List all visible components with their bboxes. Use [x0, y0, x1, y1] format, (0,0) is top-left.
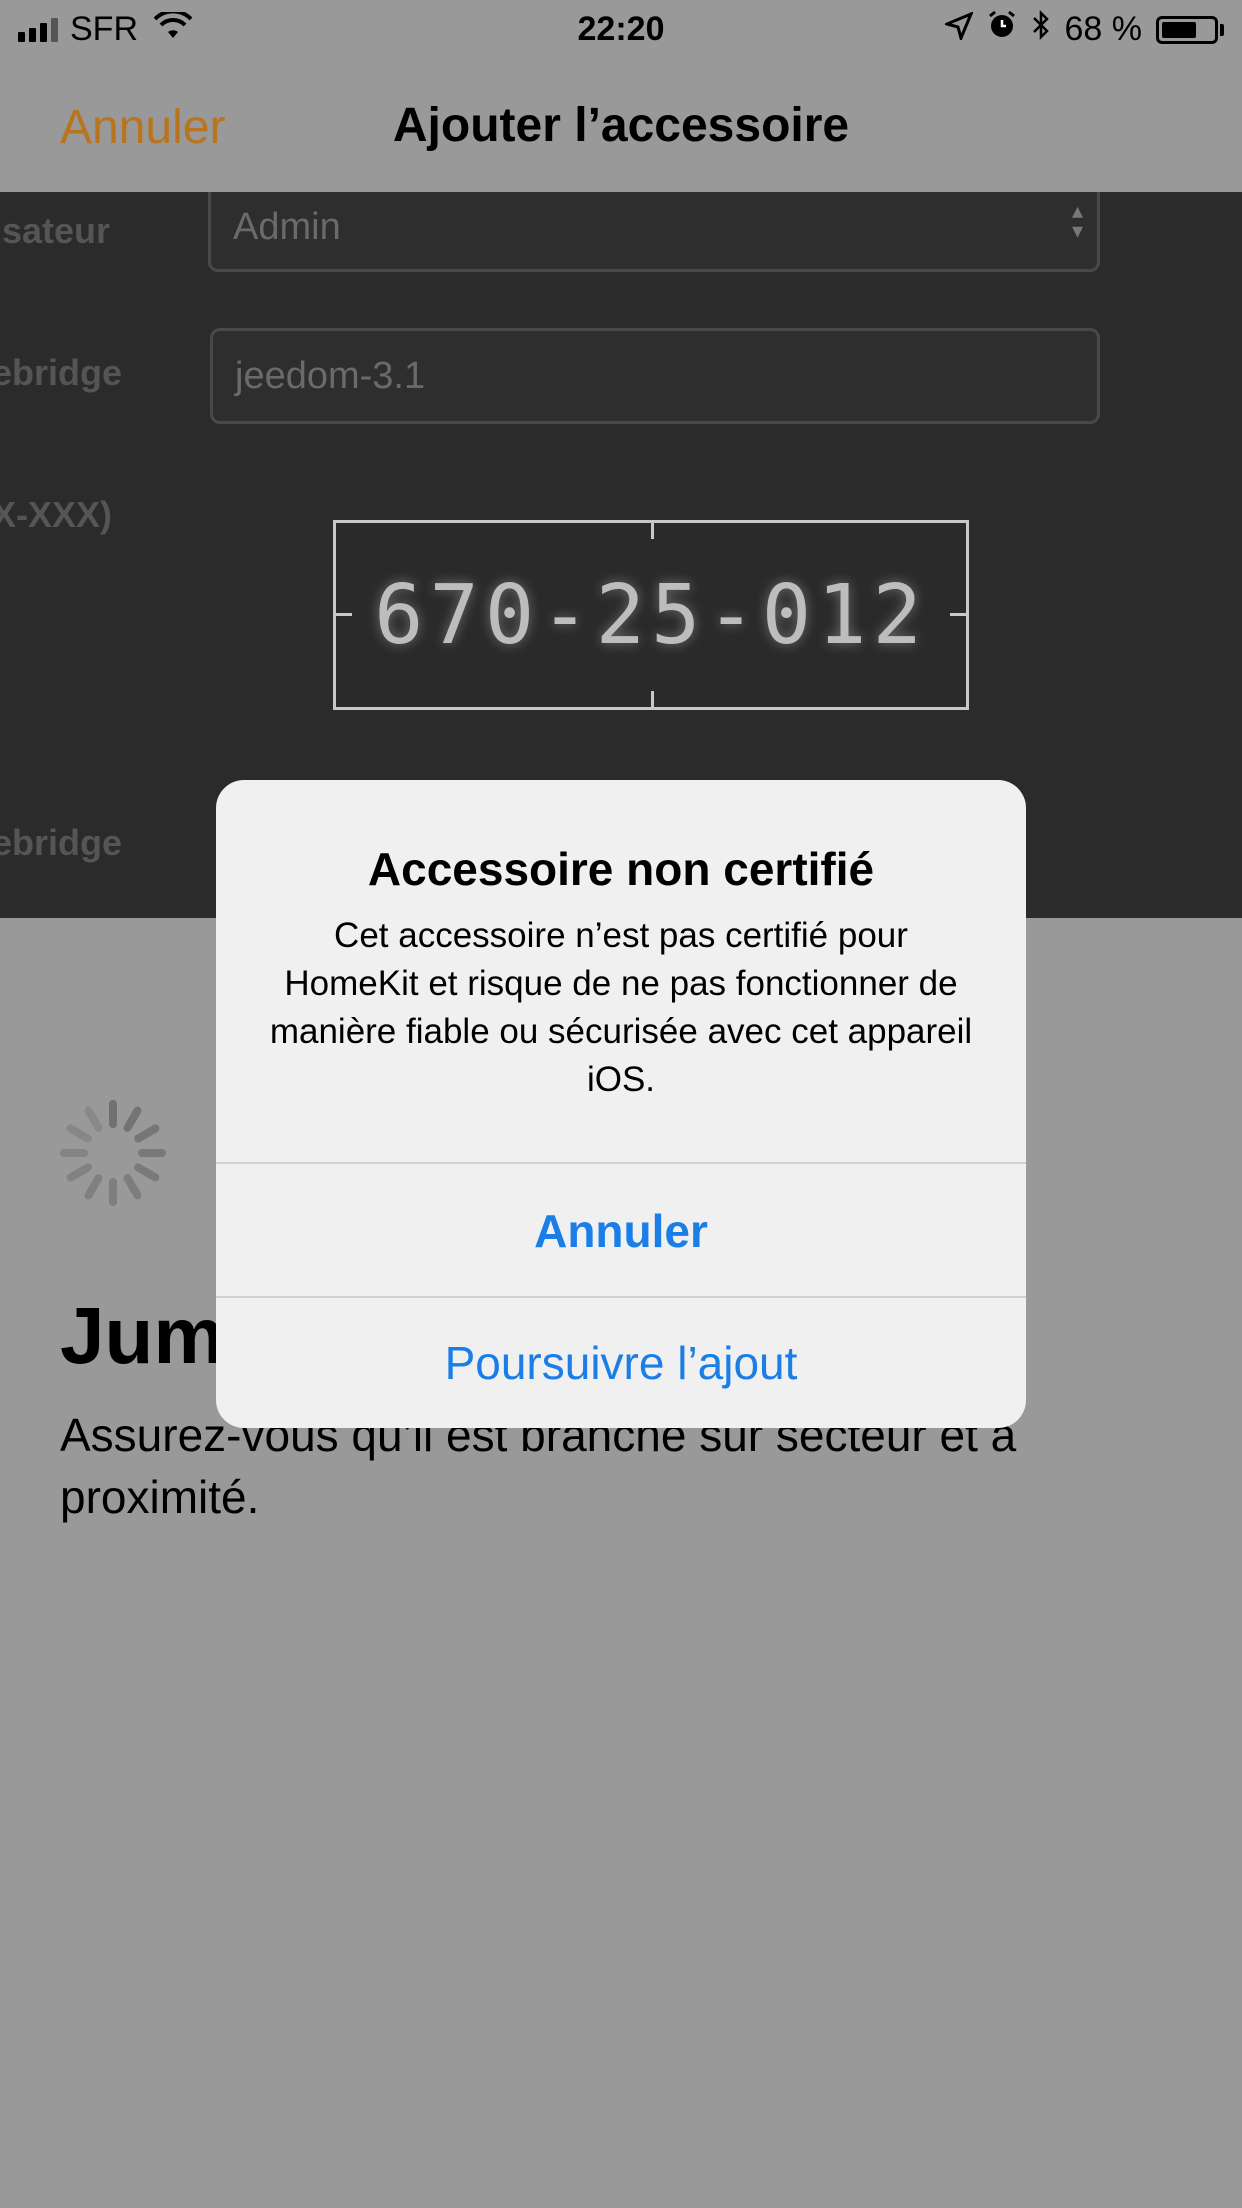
camera-user-field: Admin ▴ ▾: [208, 192, 1100, 272]
camera-bridge-field: jeedom-3.1: [210, 328, 1100, 424]
camera-bridge-value: jeedom-3.1: [235, 354, 426, 397]
bluetooth-icon: [1031, 9, 1051, 49]
location-icon: [941, 10, 974, 49]
select-arrows-icon: ▴ ▾: [1071, 198, 1083, 243]
alert-continue-button[interactable]: Poursuivre l’ajout: [216, 1298, 1026, 1428]
setup-code-frame: 670-25-012: [333, 520, 969, 710]
camera-label-code-format: X-XXX): [0, 494, 113, 535]
alert-dialog: Accessoire non certifié Cet accessoire n…: [216, 780, 1026, 1428]
setup-code: 670-25-012: [374, 567, 928, 663]
page-title: Ajouter l’accessoire: [392, 99, 850, 152]
alert-message: Cet accessoire n’est pas certifié pour H…: [269, 916, 973, 1099]
alert-cancel-button[interactable]: Annuler: [216, 1164, 1026, 1298]
alarm-icon: [987, 10, 1017, 49]
camera-user-value: Admin: [233, 205, 341, 248]
navigation-bar: Annuler Ajouter l’accessoire: [0, 62, 1242, 192]
camera-label-bridge: ebridge: [0, 352, 123, 393]
battery-percentage: 68 %: [1064, 10, 1143, 48]
battery-icon: [1156, 15, 1224, 44]
camera-label-bridge-2: ebridge: [0, 822, 123, 863]
loading-spinner-icon: [58, 1098, 168, 1208]
alert-title: Accessoire non certifié: [367, 843, 875, 895]
status-bar: SFR 22:20 68 %: [0, 0, 1242, 62]
pairing-headline: Jum: [60, 1291, 225, 1380]
camera-label-user: isateur: [0, 210, 111, 251]
